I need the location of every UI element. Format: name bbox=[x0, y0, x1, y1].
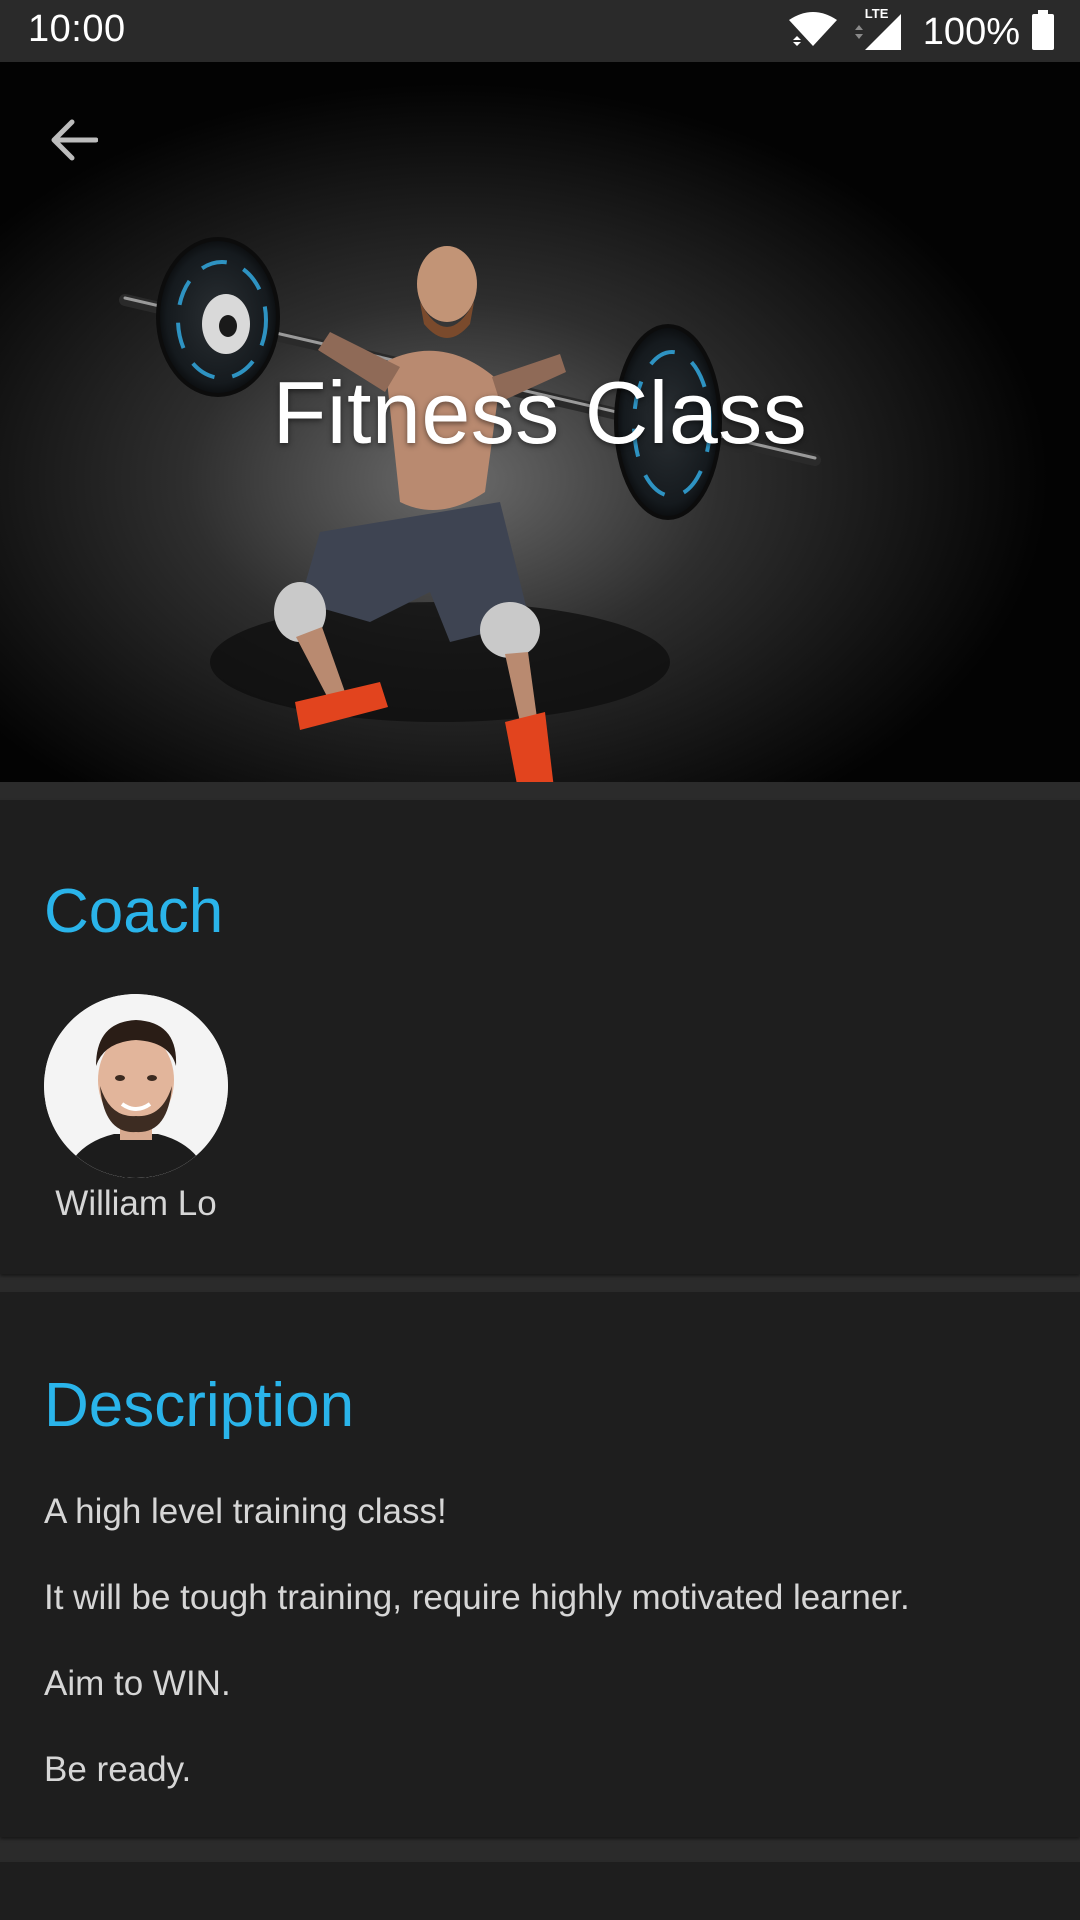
wifi-icon bbox=[787, 11, 839, 53]
coach-item[interactable]: William Lo bbox=[44, 994, 228, 1224]
avatar bbox=[44, 994, 228, 1178]
description-line: Aim to WIN. bbox=[44, 1664, 231, 1703]
description-line: It will be tough training, require highl… bbox=[44, 1578, 910, 1617]
battery-icon bbox=[1032, 9, 1054, 55]
network-type: LTE bbox=[864, 6, 889, 21]
description-line: A high level training class! bbox=[44, 1492, 447, 1531]
coach-photo bbox=[44, 994, 228, 1178]
signal-icon: LTE bbox=[851, 6, 905, 54]
description-heading: Description bbox=[44, 1371, 355, 1440]
battery-percent: 100% bbox=[922, 10, 1020, 53]
coach-heading: Coach bbox=[44, 877, 224, 946]
arrow-back-icon bbox=[51, 119, 98, 161]
description-text: A high level training class! It will be … bbox=[44, 1490, 1044, 1834]
status-time: 10:00 bbox=[28, 8, 126, 50]
coach-name: William Lo bbox=[55, 1184, 217, 1223]
divider bbox=[0, 782, 1080, 800]
status-bar: 10:00 LTE 100% bbox=[0, 0, 1080, 62]
next-card bbox=[0, 1862, 1080, 1920]
back-button[interactable] bbox=[36, 102, 112, 178]
description-card: Description A high level training class!… bbox=[0, 1292, 1080, 1837]
page-title: Fitness Class bbox=[272, 363, 808, 462]
status-icons: LTE 100% bbox=[787, 6, 1054, 55]
coach-card: Coach William Lo bbox=[0, 800, 1080, 1274]
hero-header: Fitness Class bbox=[0, 62, 1080, 782]
description-line: Be ready. bbox=[44, 1750, 192, 1789]
